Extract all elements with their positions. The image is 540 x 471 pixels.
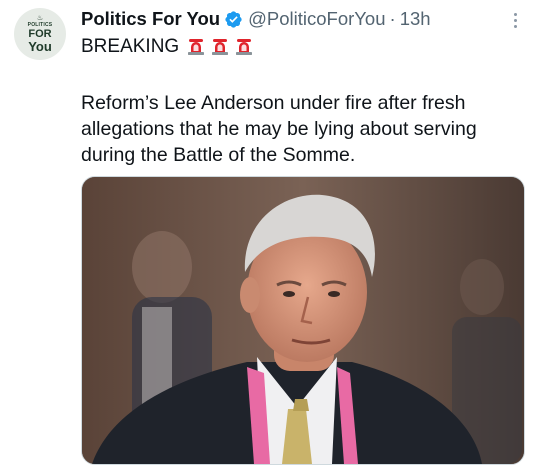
handle[interactable]: @PoliticoForYou [248, 8, 385, 30]
more-options-icon[interactable] [508, 8, 522, 32]
display-name[interactable]: Politics For You [81, 8, 220, 30]
avatar-logo-mark: ♨ [36, 15, 44, 22]
tweet-header: Politics For You @PoliticoForYou · 13h [81, 7, 431, 31]
timestamp[interactable]: 13h [400, 8, 431, 30]
separator-dot: · [389, 8, 396, 29]
avatar[interactable]: ♨ POLITICS FOR You [14, 8, 66, 60]
verified-badge-icon [224, 10, 243, 29]
siren-emoji-group [186, 37, 254, 57]
tweet-headline: BREAKING [81, 34, 254, 60]
police-siren-icon [212, 39, 229, 55]
breaking-label: BREAKING [81, 36, 180, 57]
police-siren-icon [188, 39, 205, 55]
avatar-line-3: You [28, 39, 52, 54]
police-siren-icon [236, 39, 253, 55]
tweet-photo[interactable] [81, 176, 525, 465]
tweet-body: Reform’s Lee Anderson under fire after f… [81, 92, 477, 166]
